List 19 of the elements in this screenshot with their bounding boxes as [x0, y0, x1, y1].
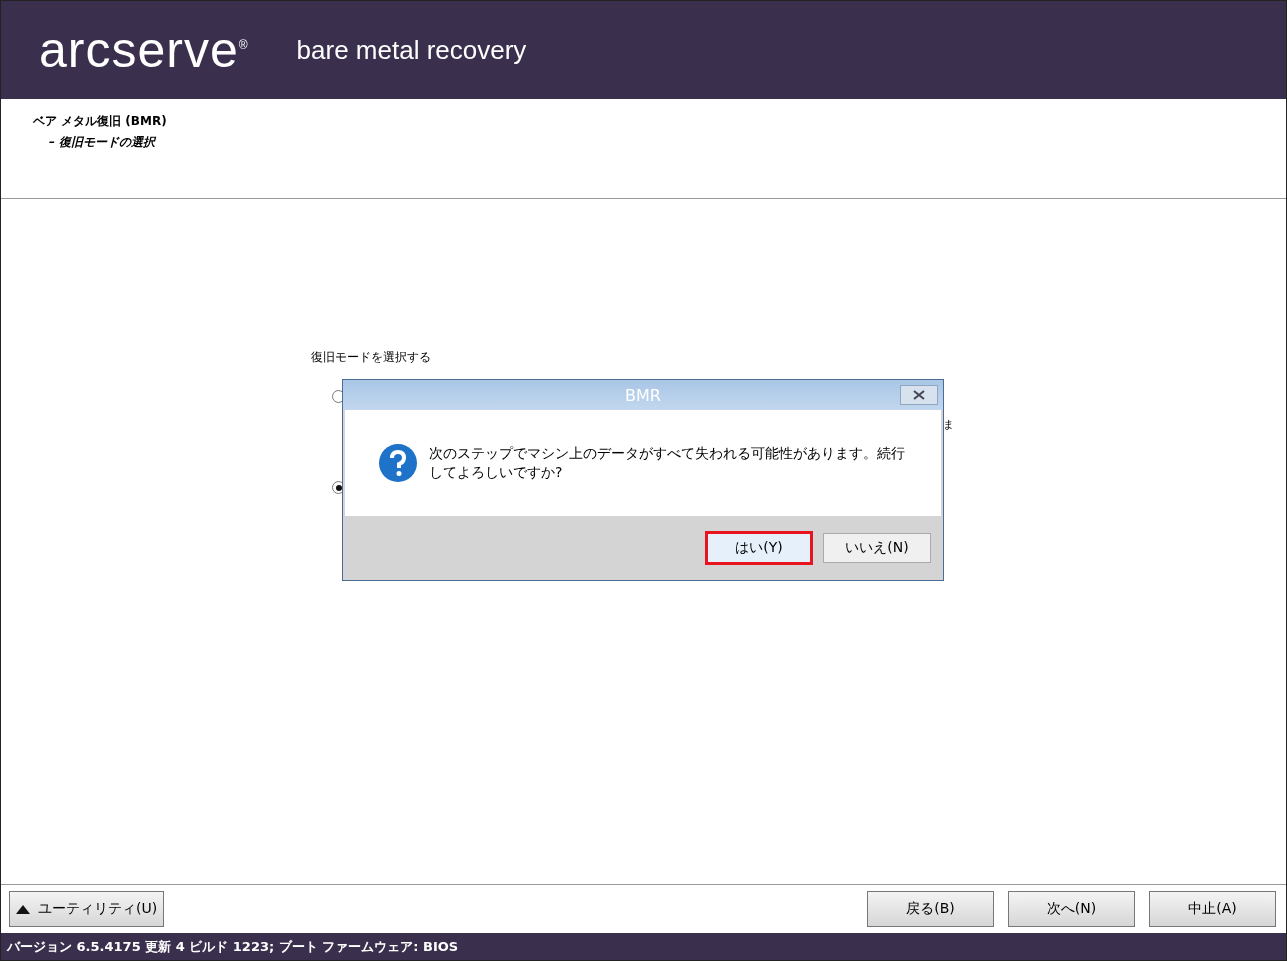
status-bar: バージョン 6.5.4175 更新 4 ビルド 1223; ブート ファームウェア: BIOS: [1, 933, 1286, 960]
page-subtitle: – 復旧モードの選択: [48, 134, 157, 151]
dialog-button[interactable]: はい(Y): [705, 531, 813, 565]
triangle-up-icon: [16, 904, 30, 914]
nav-button[interactable]: 中止(A): [1149, 891, 1276, 927]
question-icon: [379, 444, 417, 482]
close-button[interactable]: [900, 385, 938, 405]
dialog-title: BMR: [625, 385, 661, 405]
utilities-button[interactable]: ユーティリティ(U): [9, 891, 165, 927]
logo: arcserve$^{®}$: [39, 21, 249, 79]
close-icon: [913, 390, 925, 400]
mode-label: 復旧モードを選択する: [311, 349, 432, 366]
page-title: ベア メタル復旧 (BMR): [33, 113, 168, 130]
product-name: bare metal recovery: [296, 34, 527, 66]
dialog-button[interactable]: いいえ(N): [823, 533, 931, 563]
nav-button[interactable]: 戻る(B): [867, 891, 994, 927]
nav-button[interactable]: 次へ(N): [1008, 891, 1135, 927]
option-text-fragment: ま: [943, 417, 954, 432]
dialog-message: 次のステップでマシン上のデータがすべて失われる可能性があります。続行してよろしいですか?: [429, 444, 906, 482]
